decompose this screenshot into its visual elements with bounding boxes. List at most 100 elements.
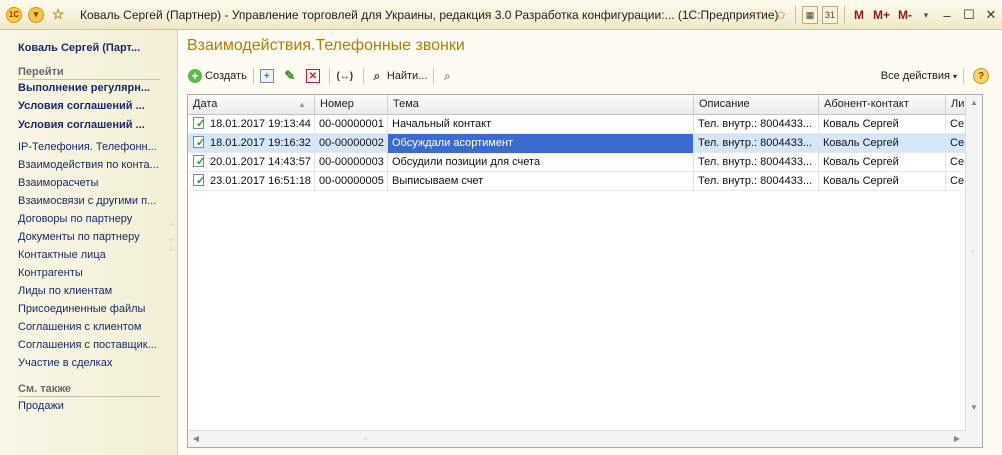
cell-date[interactable]: ✓ 18.01.2017 19:13:44 — [188, 115, 315, 134]
sidebar-user[interactable]: Коваль Сергей (Парт... — [18, 42, 140, 54]
cell-subject[interactable]: Начальный контакт — [388, 115, 694, 134]
column-header-description[interactable]: Описание — [694, 95, 819, 115]
cell-extra[interactable]: Се — [946, 115, 966, 134]
cell-text: Тел. внутр.: 8004433... — [698, 175, 813, 187]
scroll-thumb[interactable]: ◦ — [364, 434, 367, 443]
create-button[interactable]: + Создать — [185, 66, 250, 86]
calculator-icon[interactable]: ▦ — [801, 6, 818, 24]
calendar-icon[interactable]: 31 — [821, 6, 838, 24]
cell-subject[interactable]: Обсуждали асортимент — [388, 134, 694, 153]
table-row[interactable]: ✓ 23.01.2017 16:51:18 00-00000005 Выписывае… — [188, 172, 966, 191]
cell-contact[interactable]: Коваль Сергей — [819, 153, 946, 172]
cell-description[interactable]: Тел. внутр.: 8004433... — [694, 115, 819, 134]
cell-subject[interactable]: Обсудили позиции для счета — [388, 153, 694, 172]
chevron-down-icon[interactable]: ▾ — [918, 6, 934, 24]
find-button[interactable]: ⌕ Найти... — [367, 66, 431, 86]
maximize-icon[interactable]: ☐ — [958, 7, 980, 23]
scroll-thumb[interactable]: ◦ — [971, 247, 974, 256]
sidebar-item-documents[interactable]: Документы по партнеру — [18, 231, 170, 243]
help-icon[interactable]: ? — [973, 68, 989, 84]
cell-date[interactable]: ✓ 18.01.2017 19:16:32 — [188, 134, 315, 153]
table-row[interactable]: ✓ 18.01.2017 19:13:44 00-00000001 Начальный… — [188, 115, 966, 134]
go-section-header: Перейти — [18, 66, 160, 80]
period-button[interactable]: (↔) — [333, 66, 360, 86]
scroll-left-icon[interactable]: ◀ — [188, 431, 204, 447]
table-row[interactable]: ✓ 18.01.2017 19:16:32 00-00000002 Обсуждали… — [188, 134, 966, 153]
cell-date[interactable]: ✓ 23.01.2017 16:51:18 — [188, 172, 315, 191]
sidebar-item-interactions[interactable]: Взаимодействия по конта... — [18, 159, 170, 171]
cell-text: Коваль Сергей — [823, 156, 899, 168]
cell-description[interactable]: Тел. внутр.: 8004433... — [694, 153, 819, 172]
sidebar-item-relations[interactable]: Взаимосвязи с другими п... — [18, 195, 170, 207]
scroll-up-icon[interactable]: ▲ — [966, 95, 982, 111]
column-header-number[interactable]: Номер — [315, 95, 388, 115]
cell-number[interactable]: 00-00000005 — [315, 172, 388, 191]
cell-extra[interactable]: Се — [946, 172, 966, 191]
cell-contact[interactable]: Коваль Сергей — [819, 115, 946, 134]
cell-description[interactable]: Тел. внутр.: 8004433... — [694, 172, 819, 191]
main-menu-icon[interactable]: ▾ — [28, 6, 44, 23]
column-header-subject[interactable]: Тема — [388, 95, 694, 115]
calls-table[interactable]: Дата ▲ Номер Тема Описание Абонент-конта… — [187, 94, 983, 448]
minimize-icon[interactable]: – — [936, 8, 958, 23]
sidebar-item-sales[interactable]: Продажи — [18, 400, 170, 412]
table-row[interactable]: ✓ 20.01.2017 14:43:57 00-00000003 Обсудили … — [188, 153, 966, 172]
cancel-search-button[interactable]: ⌕ — [437, 66, 460, 86]
sidebar-item-attached-files[interactable]: Присоединенные файлы — [18, 303, 170, 315]
cell-date[interactable]: ✓ 20.01.2017 14:43:57 — [188, 153, 315, 172]
sidebar-item-supplier-agreements[interactable]: Соглашения с поставщик... — [18, 339, 170, 351]
edit-button[interactable]: ✎ — [280, 66, 303, 86]
completed-call-icon: ✓ — [192, 136, 206, 149]
close-icon[interactable]: ✕ — [980, 7, 1002, 23]
pin-icon: ⁘ — [168, 237, 174, 244]
horizontal-scrollbar[interactable]: ◀ ◦ ▶ — [188, 430, 966, 447]
separator — [433, 68, 435, 84]
scroll-down-icon[interactable]: ▼ — [966, 400, 982, 416]
favorites-star-icon[interactable]: ☆ — [50, 6, 66, 23]
column-header-date[interactable]: Дата ▲ — [188, 95, 315, 115]
memory-button-m-plus[interactable]: M+ — [871, 6, 892, 24]
sidebar-item-counterparties[interactable]: Контрагенты — [18, 267, 170, 279]
plus-icon: + — [188, 69, 202, 83]
add-to-favorites-icon[interactable]: ☆ — [753, 6, 769, 24]
favorites-list-icon[interactable]: ✩ — [773, 6, 789, 24]
find-label: Найти... — [386, 70, 428, 82]
cell-subject[interactable]: Выписываем счет — [388, 172, 694, 191]
sidebar-item-ip-telephony[interactable]: IP-Телефония. Телефонн... — [18, 141, 170, 153]
column-header-extra[interactable]: Ли — [946, 95, 966, 115]
sidebar-item-bold-3[interactable]: Условия соглашений ... — [18, 119, 170, 131]
cell-extra[interactable]: Се — [946, 134, 966, 153]
cell-number[interactable]: 00-00000001 — [315, 115, 388, 134]
chevron-down-icon: ▾ — [952, 71, 957, 81]
cell-description[interactable]: Тел. внутр.: 8004433... — [694, 134, 819, 153]
cell-text: 20.01.2017 14:43:57 — [210, 156, 311, 168]
memory-button-m-minus[interactable]: M- — [896, 6, 914, 24]
cell-text: Се — [950, 137, 965, 149]
sidebar-item-contracts[interactable]: Договоры по партнеру — [18, 213, 170, 225]
memory-button-m[interactable]: M — [851, 6, 867, 24]
all-actions-label: Все действия — [880, 70, 950, 82]
cell-contact[interactable]: Коваль Сергей — [819, 172, 946, 191]
cell-number[interactable]: 00-00000002 — [315, 134, 388, 153]
sidebar-item-client-agreements[interactable]: Соглашения с клиентом — [18, 321, 170, 333]
sidebar-item-settlements[interactable]: Взаиморасчеты — [18, 177, 170, 189]
all-actions-button[interactable]: Все действия ▾ — [878, 66, 960, 86]
delete-mark-icon: ✕ — [305, 69, 320, 83]
scroll-right-icon[interactable]: ▶ — [949, 431, 965, 447]
delete-button[interactable]: ✕ — [303, 66, 326, 86]
sidebar-item-deals[interactable]: Участие в сделках — [18, 357, 170, 369]
title-bar: 1С ▾ ☆ Коваль Сергей (Партнер) - Управле… — [0, 0, 1002, 30]
column-header-contact[interactable]: Абонент-контакт — [819, 95, 946, 115]
table-header: Дата ▲ Номер Тема Описание Абонент-конта… — [188, 95, 966, 115]
cell-text: Коваль Сергей — [823, 137, 899, 149]
cell-text: 00-00000003 — [319, 156, 384, 168]
sidebar-item-leads[interactable]: Лиды по клиентам — [18, 285, 170, 297]
cell-contact[interactable]: Коваль Сергей — [819, 134, 946, 153]
sidebar-item-contact-persons[interactable]: Контактные лица — [18, 249, 170, 261]
vertical-scrollbar[interactable]: ▲ ◦ ▼ — [965, 95, 982, 447]
cell-number[interactable]: 00-00000003 — [315, 153, 388, 172]
sidebar-item-bold-1[interactable]: Выполнение регулярн... — [18, 82, 170, 94]
cell-extra[interactable]: Се — [946, 153, 966, 172]
sidebar-item-bold-2[interactable]: Условия соглашений ... — [18, 100, 170, 112]
copy-button[interactable]: + — [257, 66, 280, 86]
